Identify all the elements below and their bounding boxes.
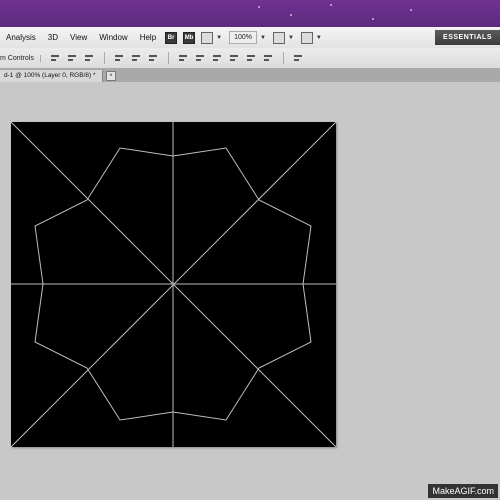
align-center-icon[interactable]: [131, 53, 142, 63]
menu-help[interactable]: Help: [134, 33, 162, 42]
zoom-level[interactable]: 100%: [229, 31, 257, 44]
workspace-switcher-button[interactable]: ESSENTIALS: [435, 30, 500, 45]
title-banner: [0, 0, 500, 27]
chevron-down-icon[interactable]: ▼: [288, 35, 294, 41]
menu-window[interactable]: Window: [93, 33, 133, 42]
align-left-icon[interactable]: [114, 53, 125, 63]
align-top-icon[interactable]: [50, 53, 61, 63]
distribute-top-icon[interactable]: [178, 53, 189, 63]
align-middle-icon[interactable]: [67, 53, 78, 63]
document-tab[interactable]: d-1 @ 100% (Layer 0, RGB/8) *: [0, 70, 103, 82]
document-canvas[interactable]: [11, 122, 336, 447]
menu-view[interactable]: View: [64, 33, 93, 42]
options-bar: m Controls: [0, 48, 500, 69]
chevron-down-icon[interactable]: ▼: [260, 35, 266, 41]
menu-bar: Analysis 3D View Window Help Br Mb ▼ 100…: [0, 27, 500, 49]
star-artwork: [11, 122, 336, 447]
document-tab-title: d-1 @ 100% (Layer 0, RGB/8) *: [4, 72, 96, 79]
chevron-down-icon[interactable]: ▼: [316, 35, 322, 41]
separator: [103, 52, 105, 64]
separator: [167, 52, 169, 64]
close-icon[interactable]: ×: [106, 71, 116, 81]
separator: [282, 52, 284, 64]
align-bottom-icon[interactable]: [84, 53, 95, 63]
distribute-middle-icon[interactable]: [195, 53, 206, 63]
distribute-bottom-icon[interactable]: [212, 53, 223, 63]
watermark-label: MakeAGIF.com: [428, 484, 498, 498]
chevron-down-icon[interactable]: ▼: [216, 35, 222, 41]
screen-mode-icon[interactable]: [300, 31, 313, 44]
transform-controls-label[interactable]: m Controls: [0, 54, 41, 62]
distribute-left-icon[interactable]: [229, 53, 240, 63]
distribute-center-icon[interactable]: [246, 53, 257, 63]
menu-analysis[interactable]: Analysis: [0, 33, 42, 42]
arrange-documents-icon[interactable]: [272, 31, 285, 44]
document-tab-bar: d-1 @ 100% (Layer 0, RGB/8) * ×: [0, 68, 500, 82]
mini-bridge-icon[interactable]: Mb: [183, 31, 196, 44]
distribute-right-icon[interactable]: [263, 53, 274, 63]
extras-icon[interactable]: [201, 31, 214, 44]
menu-3d[interactable]: 3D: [42, 33, 64, 42]
auto-align-icon[interactable]: [293, 53, 304, 63]
bridge-icon[interactable]: Br: [165, 31, 178, 44]
align-right-icon[interactable]: [148, 53, 159, 63]
